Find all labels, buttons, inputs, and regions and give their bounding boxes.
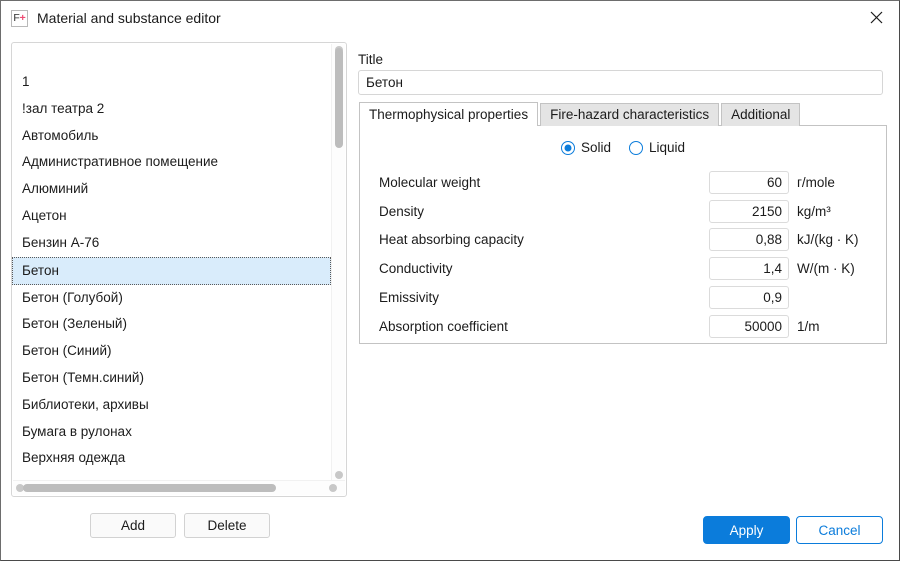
radio-dot-icon bbox=[560, 140, 575, 155]
list-item[interactable]: Бетон (Голубой) bbox=[12, 285, 334, 312]
property-unit: г/mole bbox=[797, 174, 835, 190]
property-value-input[interactable] bbox=[709, 286, 789, 310]
window-title: Material and substance editor bbox=[37, 10, 221, 26]
radio-solid[interactable]: Solid bbox=[560, 140, 611, 155]
property-row: Heat absorbing capacity kJ/(kg · K) bbox=[360, 226, 886, 255]
property-value-input[interactable] bbox=[709, 314, 789, 338]
title-field-label: Title bbox=[358, 52, 384, 67]
list-item[interactable]: Библиотеки, архивы bbox=[12, 392, 334, 419]
property-value-input[interactable] bbox=[709, 257, 789, 281]
app-logo-icon: F + bbox=[11, 9, 28, 27]
tab-1[interactable]: Fire-hazard characteristics bbox=[540, 103, 720, 126]
property-label: Emissivity bbox=[379, 290, 439, 306]
list-item[interactable]: !зал театра 2 bbox=[12, 96, 334, 123]
property-label: Absorption coefficient bbox=[379, 318, 508, 334]
list-item[interactable]: Бетон (Синий) bbox=[12, 338, 334, 365]
material-list-items: 1 !зал театра 2 Автомобиль Административное… bbox=[12, 43, 334, 472]
tab-0[interactable]: Thermophysical properties bbox=[359, 102, 539, 127]
material-list[interactable]: 1 !зал театра 2 Автомобиль Административное… bbox=[11, 42, 347, 497]
properties-list: Molecular weight г/mole Density kg/m³ Heat a… bbox=[360, 168, 886, 341]
radio-liquid[interactable]: Liquid bbox=[629, 140, 685, 155]
vscroll-cap-bottom bbox=[335, 471, 343, 479]
titlebar: F + Material and substance editor bbox=[1, 1, 899, 35]
list-item[interactable]: Бетон (Темн.синий) bbox=[12, 365, 334, 392]
radio-label: Solid bbox=[580, 140, 611, 155]
list-item[interactable]: Административное помещение bbox=[12, 149, 334, 176]
list-item[interactable]: Бумага в рулонах bbox=[12, 419, 334, 446]
cancel-button[interactable]: Cancel bbox=[796, 516, 883, 544]
list-item[interactable]: 1 bbox=[12, 69, 334, 96]
property-label: Density bbox=[379, 203, 425, 219]
close-icon bbox=[870, 11, 882, 24]
property-value-input[interactable] bbox=[709, 170, 789, 194]
delete-button[interactable]: Delete bbox=[184, 513, 270, 538]
material-editor-window: F + Material and substance editor 1 !зал т… bbox=[0, 0, 900, 561]
property-row: Absorption coefficient 1/m bbox=[360, 312, 886, 341]
vscroll-thumb[interactable] bbox=[335, 48, 343, 148]
list-vertical-scrollbar[interactable] bbox=[331, 44, 345, 481]
list-item[interactable]: Верхняя одежда bbox=[12, 445, 334, 472]
state-radio-group: Solid Liquid bbox=[360, 140, 886, 155]
property-label: Conductivity bbox=[379, 261, 453, 277]
thermophysical-properties-panel: Solid Liquid Molecular weight г/mole Densit… bbox=[359, 125, 887, 344]
list-item[interactable]: Бетон bbox=[12, 256, 331, 285]
property-unit: kg/m³ bbox=[797, 203, 831, 219]
tab-2[interactable]: Additional bbox=[721, 103, 801, 126]
property-value-input[interactable] bbox=[709, 228, 789, 252]
property-unit: 1/m bbox=[797, 318, 820, 334]
add-button[interactable]: Add bbox=[90, 513, 176, 538]
property-label: Heat absorbing capacity bbox=[379, 232, 524, 248]
property-value-input[interactable] bbox=[709, 199, 789, 223]
close-button[interactable] bbox=[853, 1, 899, 34]
radio-label: Liquid bbox=[649, 140, 686, 155]
property-row: Emissivity bbox=[360, 283, 886, 312]
property-unit: W/(m · K) bbox=[797, 261, 855, 277]
list-item[interactable]: Ацетон bbox=[12, 203, 334, 230]
hscroll-thumb[interactable] bbox=[23, 484, 276, 492]
list-horizontal-scrollbar[interactable] bbox=[13, 480, 345, 495]
property-unit: kJ/(kg · K) bbox=[797, 232, 859, 248]
list-item[interactable]: Автомобиль bbox=[12, 123, 334, 150]
radio-dot-icon bbox=[629, 140, 643, 155]
app-logo-plus: + bbox=[19, 11, 26, 24]
title-input[interactable] bbox=[358, 70, 883, 95]
property-row: Density kg/m³ bbox=[360, 197, 886, 226]
list-item[interactable]: Бетон (Зеленый) bbox=[12, 311, 334, 338]
property-row: Molecular weight г/mole bbox=[360, 168, 886, 197]
tabstrip: Thermophysical properties Fire-hazard cha… bbox=[359, 102, 802, 127]
apply-button[interactable]: Apply bbox=[703, 516, 790, 544]
property-row: Conductivity W/(m · K) bbox=[360, 254, 886, 283]
hscroll-cap-right bbox=[329, 484, 337, 492]
list-item[interactable]: Бензин А-76 bbox=[12, 230, 334, 257]
list-item[interactable]: Алюминий bbox=[12, 176, 334, 203]
property-label: Molecular weight bbox=[379, 174, 481, 190]
